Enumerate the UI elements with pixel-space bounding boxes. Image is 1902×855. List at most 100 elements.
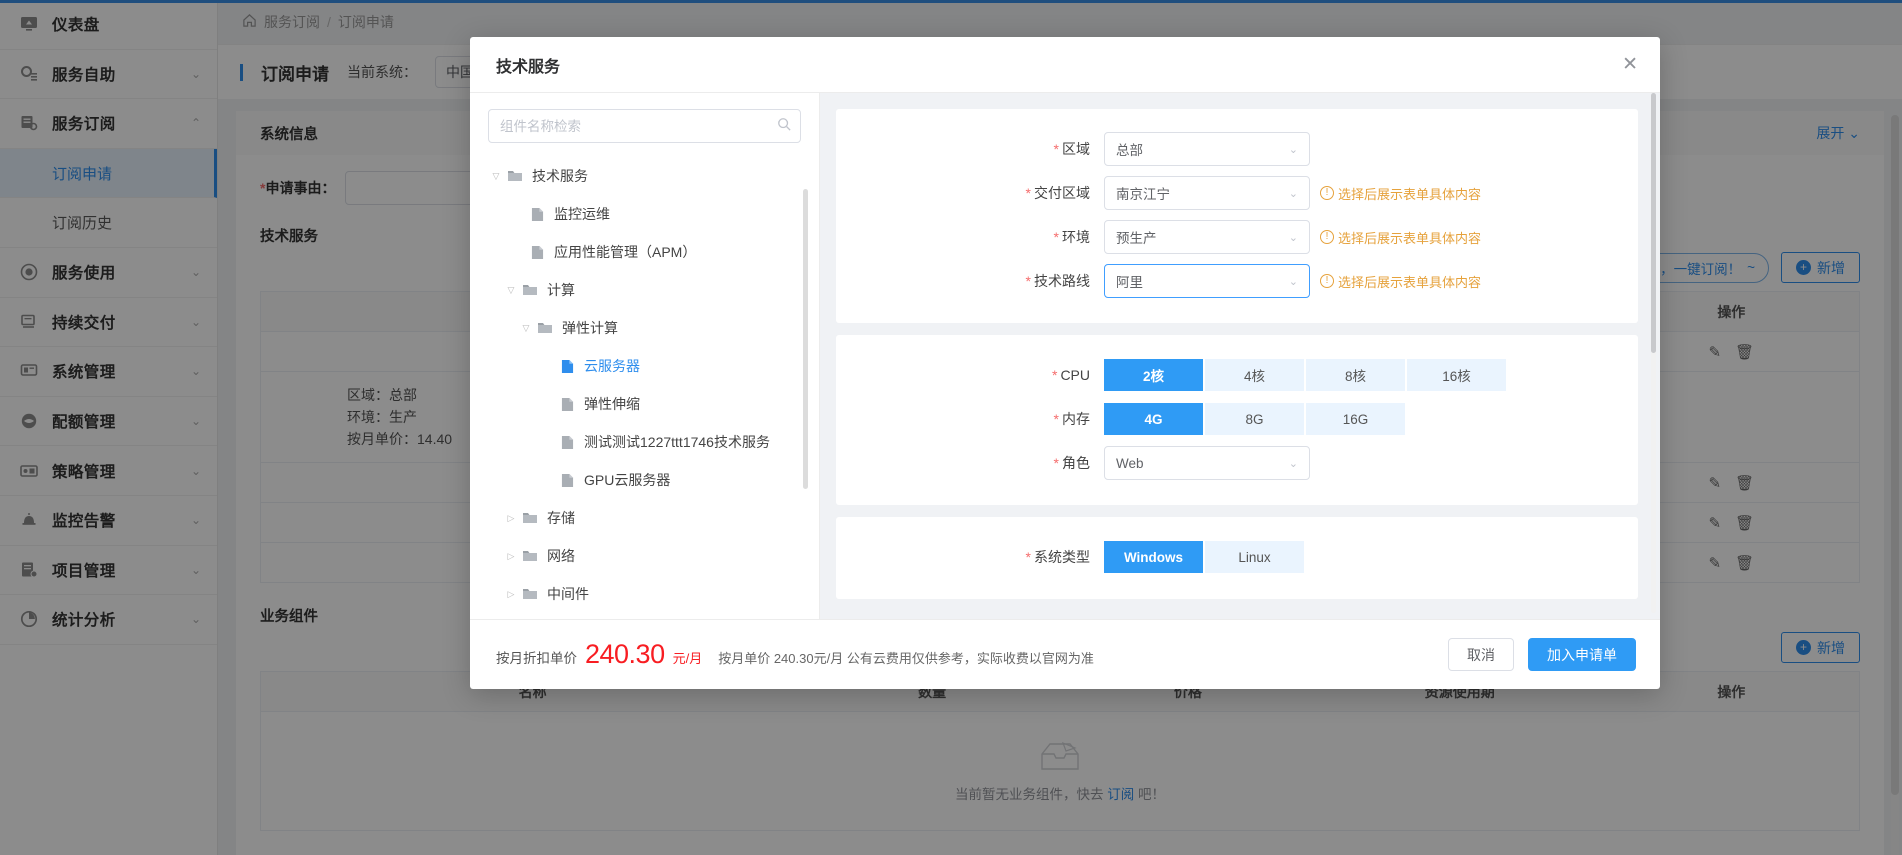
form-scrollbar[interactable]: [1651, 93, 1656, 613]
tech-route-select[interactable]: 阿里 ⌄: [1104, 264, 1310, 298]
tree-node-label: GPU云服务器: [584, 472, 671, 488]
delivery-region-hint: ! 选择后展示表单具体内容: [1320, 184, 1481, 203]
modal-body: ▽ 技术服务 监控运维 应用性能管理（APM） ▽: [470, 93, 1660, 619]
region-label-text: 区域: [1062, 141, 1090, 157]
component-tree-pane: ▽ 技术服务 监控运维 应用性能管理（APM） ▽: [470, 93, 820, 619]
tree-node-label: 中间件: [547, 586, 589, 602]
delivery-region-label: * 交付区域: [836, 183, 1104, 203]
file-icon: [556, 397, 578, 412]
form-group-os: * 系统类型 Windows Linux: [836, 517, 1638, 599]
memory-option-16g[interactable]: 16G: [1306, 403, 1405, 435]
role-value: Web: [1116, 455, 1144, 471]
cpu-label-text: CPU: [1060, 367, 1090, 383]
tree-node-elastic-scaling[interactable]: 弹性伸缩: [488, 385, 801, 423]
folder-icon: [519, 283, 541, 297]
role-select[interactable]: Web ⌄: [1104, 446, 1310, 480]
tree-node-tech-service[interactable]: ▽ 技术服务: [488, 157, 801, 195]
folder-icon: [519, 511, 541, 525]
close-icon[interactable]: ✕: [1622, 55, 1638, 74]
delivery-region-value: 南京江宁: [1116, 187, 1170, 202]
price-note: 按月单价 240.30元/月 公有云费用仅供参考，实际收费以官网为准: [718, 651, 1094, 666]
file-icon: [556, 359, 578, 374]
cpu-option-4core[interactable]: 4核: [1205, 359, 1304, 391]
tree-node-label: 存储: [547, 510, 575, 526]
tree-node-label: 技术服务: [532, 168, 588, 184]
form-row-role: * 角色 Web ⌄: [836, 441, 1638, 485]
tree-node-test-service[interactable]: 测试测试1227ttt1746技术服务: [488, 423, 801, 461]
discount-price-unit: 元/月: [672, 651, 703, 666]
tech-route-value: 阿里: [1116, 275, 1143, 290]
environment-label-text: 环境: [1062, 229, 1090, 245]
form-row-region: * 区域 总部 ⌄: [836, 127, 1638, 171]
environment-hint: ! 选择后展示表单具体内容: [1320, 228, 1481, 247]
tree-node-compute[interactable]: ▽ 计算: [488, 271, 801, 309]
component-tree: ▽ 技术服务 监控运维 应用性能管理（APM） ▽ 计算 ▽ 弹性计算 云服务器…: [488, 157, 801, 613]
chevron-right-icon[interactable]: ▷: [503, 551, 519, 562]
environment-value: 预生产: [1116, 231, 1157, 246]
tree-node-label: 应用性能管理（APM）: [554, 244, 697, 260]
environment-select[interactable]: 预生产 ⌄: [1104, 220, 1310, 254]
tech-route-hint: ! 选择后展示表单具体内容: [1320, 272, 1481, 291]
folder-icon: [534, 321, 556, 335]
required-mark: *: [1051, 367, 1058, 383]
delivery-region-label-text: 交付区域: [1034, 185, 1090, 201]
os-type-label-text: 系统类型: [1034, 549, 1090, 565]
hint-text: 选择后展示表单具体内容: [1338, 230, 1482, 246]
delivery-region-select[interactable]: 南京江宁 ⌄: [1104, 176, 1310, 210]
submit-button[interactable]: 加入申请单: [1528, 638, 1636, 671]
chevron-down-icon: ⌄: [1288, 143, 1298, 156]
chevron-down-icon: ⌄: [1288, 187, 1298, 200]
required-mark: *: [1053, 411, 1059, 427]
cpu-option-2core[interactable]: 2核: [1104, 359, 1203, 391]
tree-node-label: 测试测试1227ttt1746技术服务: [584, 434, 770, 450]
chevron-right-icon[interactable]: ▷: [503, 513, 519, 524]
cpu-label: * CPU: [836, 367, 1104, 383]
tree-node-label: 网络: [547, 548, 575, 564]
role-label-text: 角色: [1062, 455, 1090, 471]
file-icon: [556, 435, 578, 450]
modal-footer: 按月折扣单价 240.30 元/月 按月单价 240.30元/月 公有云费用仅供…: [470, 619, 1660, 689]
chevron-down-icon: ⌄: [1288, 231, 1298, 244]
chevron-down-icon: ⌄: [1288, 457, 1298, 470]
form-row-cpu: * CPU 2核 4核 8核 16核: [836, 353, 1638, 397]
chevron-right-icon[interactable]: ▷: [503, 589, 519, 600]
price-summary: 按月折扣单价 240.30 元/月 按月单价 240.30元/月 公有云费用仅供…: [496, 639, 1434, 670]
tree-node-monitoring[interactable]: 监控运维: [488, 195, 801, 233]
chevron-down-icon[interactable]: ▽: [488, 171, 504, 182]
memory-label-text: 内存: [1062, 411, 1090, 427]
chevron-down-icon[interactable]: ▽: [518, 323, 534, 334]
required-mark: *: [1053, 455, 1059, 471]
hint-text: 选择后展示表单具体内容: [1338, 186, 1482, 202]
memory-option-4g[interactable]: 4G: [1104, 403, 1203, 435]
cpu-option-8core[interactable]: 8核: [1306, 359, 1405, 391]
tree-node-gpu-cloud-server[interactable]: GPU云服务器: [488, 461, 801, 499]
tree-node-label: 云服务器: [584, 358, 640, 374]
search-input[interactable]: [488, 109, 801, 143]
cpu-option-16core[interactable]: 16核: [1407, 359, 1506, 391]
memory-label: * 内存: [836, 409, 1104, 429]
region-select[interactable]: 总部 ⌄: [1104, 132, 1310, 166]
cpu-option-group: 2核 4核 8核 16核: [1104, 359, 1508, 391]
chevron-down-icon[interactable]: ▽: [503, 285, 519, 296]
tree-node-apm[interactable]: 应用性能管理（APM）: [488, 233, 801, 271]
folder-icon: [519, 587, 541, 601]
memory-option-8g[interactable]: 8G: [1205, 403, 1304, 435]
tree-node-elastic-compute[interactable]: ▽ 弹性计算: [488, 309, 801, 347]
tree-node-middleware[interactable]: ▷ 中间件: [488, 575, 801, 613]
warning-icon: !: [1320, 274, 1334, 288]
tree-node-label: 弹性伸缩: [584, 396, 640, 412]
file-icon: [526, 245, 548, 260]
tree-scrollbar[interactable]: [803, 189, 808, 489]
search-icon[interactable]: [777, 117, 791, 134]
tree-node-storage[interactable]: ▷ 存储: [488, 499, 801, 537]
os-option-windows[interactable]: Windows: [1104, 541, 1203, 573]
cancel-button[interactable]: 取消: [1448, 638, 1514, 671]
tree-node-cloud-server[interactable]: 云服务器: [488, 347, 801, 385]
os-option-linux[interactable]: Linux: [1205, 541, 1304, 573]
tech-route-label-text: 技术路线: [1034, 273, 1090, 289]
form-row-os-type: * 系统类型 Windows Linux: [836, 535, 1638, 579]
file-icon: [556, 473, 578, 488]
tree-node-network[interactable]: ▷ 网络: [488, 537, 801, 575]
folder-icon: [504, 169, 526, 183]
modal-header: 技术服务 ✕: [470, 37, 1660, 93]
